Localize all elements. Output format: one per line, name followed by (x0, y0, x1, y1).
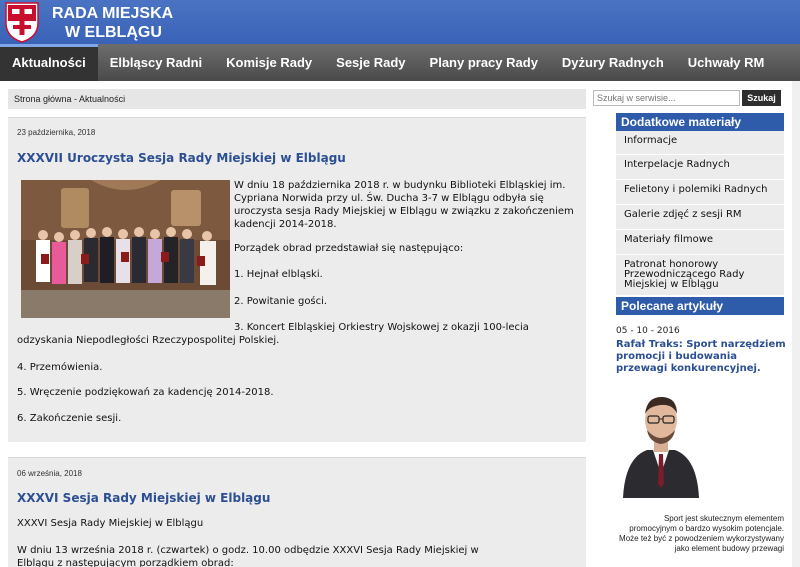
article-date: 23 października, 2018 (17, 128, 96, 137)
session-group-photo[interactable] (21, 180, 230, 318)
agenda-item: 1. Hejnał elbląski. (234, 269, 323, 280)
sidebar-item-patronat[interactable]: Patronat honorowy Przewodniczącego Rady … (616, 255, 784, 296)
page-scrollbar[interactable] (792, 81, 800, 567)
city-crest-icon[interactable] (4, 1, 40, 43)
author-portrait[interactable] (617, 384, 705, 498)
site-header: RADA MIEJSKA W ELBLĄGU (0, 0, 800, 44)
article-subtitle: XXXVI Sesja Rady Miejskiej w Elblągu (17, 518, 204, 529)
nav-item-aktualnosci[interactable]: Aktualności (0, 44, 98, 81)
sidebar-item-informacje[interactable]: Informacje (616, 131, 784, 155)
article-date: 06 września, 2018 (17, 469, 82, 478)
search-input[interactable] (593, 90, 740, 106)
article-title[interactable]: XXXVI Sesja Rady Miejskiej w Elblągu (17, 491, 270, 505)
site-title[interactable]: RADA MIEJSKA W ELBLĄGU (52, 4, 173, 42)
breadcrumb[interactable]: Strona główna - Aktualności (8, 89, 586, 109)
recommended-title[interactable]: Rafał Traks: Sport narzędziem promocji i… (616, 339, 786, 375)
site-title-line1: RADA MIEJSKA (52, 5, 174, 22)
sidebar-item-interpelacje[interactable]: Interpelacje Radnych (616, 155, 784, 180)
recommended-excerpt: Sport jest skutecznym elementem promocyj… (619, 514, 784, 553)
agenda-item: 4. Przemówienia. (17, 362, 103, 373)
article-title[interactable]: XXXVII Uroczysta Sesja Rady Miejskiej w … (17, 151, 346, 165)
site-title-line2: W ELBLĄGU (65, 24, 162, 41)
sidebar-item-materialy-filmowe[interactable]: Materiały filmowe (616, 230, 784, 255)
agenda-item: 2. Powitanie gości. (234, 296, 328, 307)
article-text: W dniu 13 września 2018 r. (czwartek) o … (17, 545, 479, 567)
nav-item-komisje[interactable]: Komisje Rady (214, 44, 324, 81)
sidebar-item-galerie[interactable]: Galerie zdjęć z sesji RM (616, 205, 784, 230)
article-intro: W dniu 18 października 2018 r. w budynku… (234, 180, 574, 230)
nav-item-sesje[interactable]: Sesje Rady (324, 44, 417, 81)
agenda-item: 3. Koncert Elbląskiej Orkiestry Wojskowe… (17, 322, 529, 346)
agenda-item: 5. Wręczenie podziękowań za kadencję 201… (17, 387, 274, 398)
nav-item-radni[interactable]: Elbląscy Radni (98, 44, 214, 81)
recommended-date: 05 - 10 - 2016 (616, 326, 680, 336)
nav-item-dyzury[interactable]: Dyżury Radnych (550, 44, 676, 81)
nav-item-uchwaly[interactable]: Uchwały RM (676, 44, 777, 81)
main-nav: Aktualności Elbląscy Radni Komisje Rady … (0, 44, 800, 81)
agenda-item: 6. Zakończenie sesji. (17, 413, 122, 424)
article-card: 06 września, 2018 XXXVI Sesja Rady Miejs… (8, 457, 586, 567)
article-card: 23 października, 2018 XXXVII Uroczysta S… (8, 117, 586, 442)
materials-heading: Dodatkowe materiały (616, 113, 784, 131)
search-button[interactable]: Szukaj (742, 90, 781, 106)
sidebar-item-felietony[interactable]: Felietony i polemiki Radnych (616, 180, 784, 205)
recommended-heading: Polecane artykuły (616, 297, 784, 315)
article-agenda-intro: Porządek obrad przedstawiał się następuj… (234, 243, 464, 254)
nav-item-plany[interactable]: Plany pracy Rady (418, 44, 550, 81)
